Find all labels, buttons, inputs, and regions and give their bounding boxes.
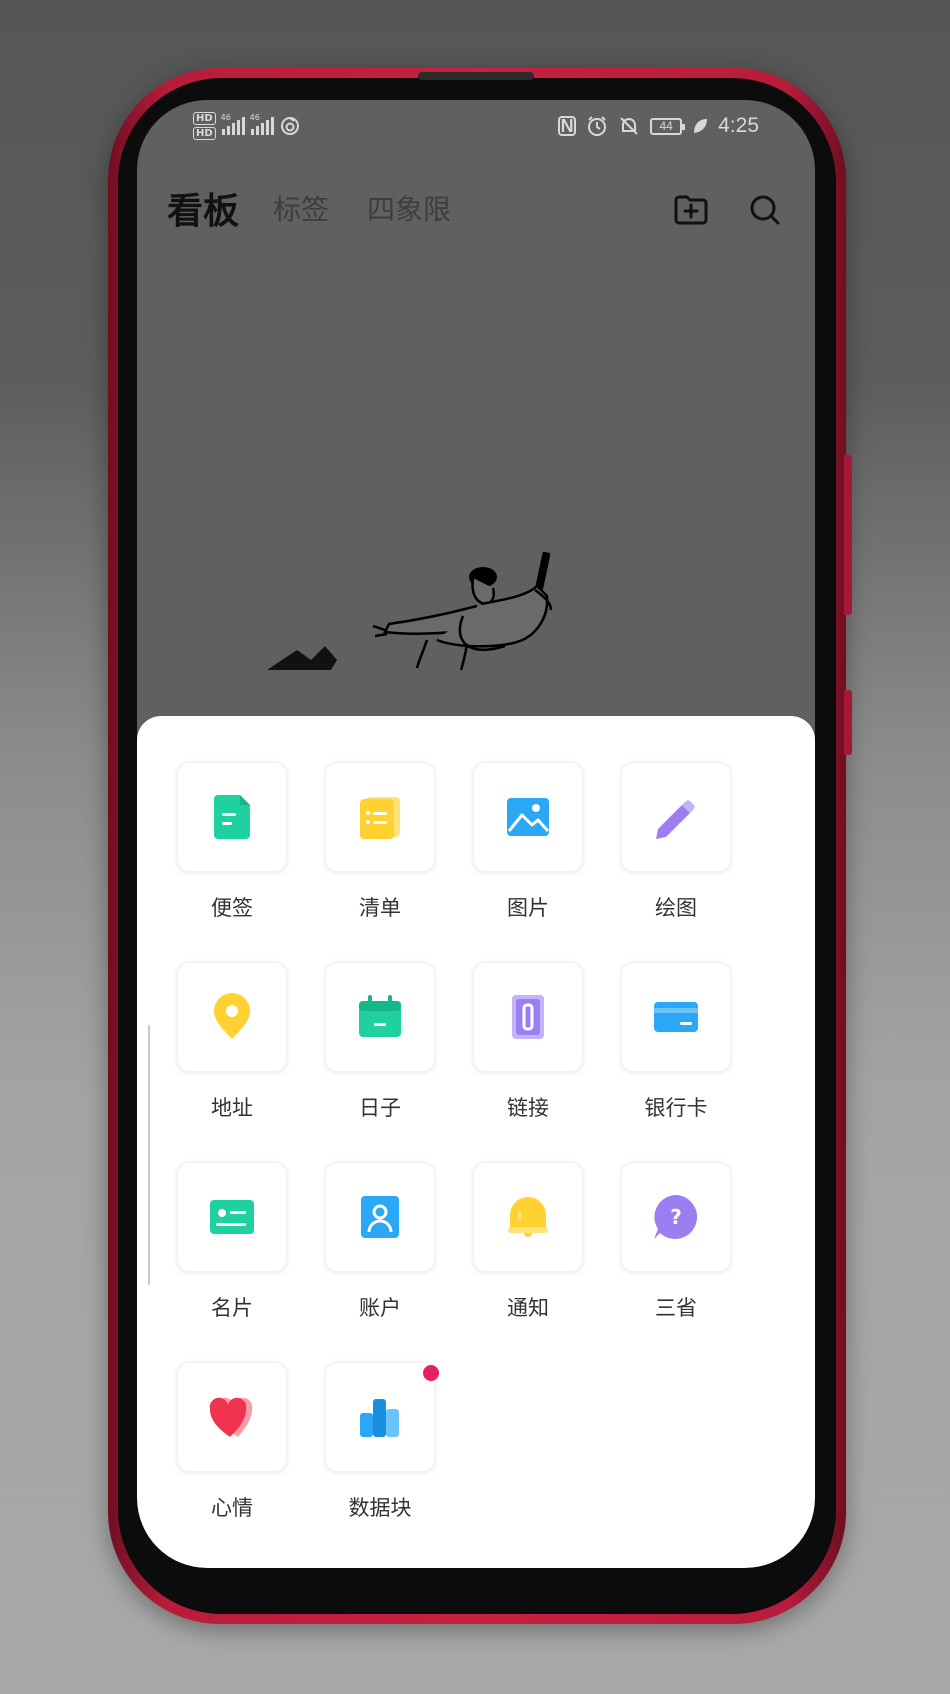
create-address-item[interactable]: 地址	[177, 962, 287, 1122]
battery-icon: 44	[650, 117, 686, 135]
account-label: 账户	[359, 1296, 401, 1320]
create-account-item[interactable]: 账户	[325, 1162, 435, 1322]
bell-icon	[508, 1197, 548, 1237]
reflection-tile[interactable]: ?	[621, 1162, 731, 1272]
nfc-icon: N	[558, 116, 577, 136]
create-note-item[interactable]: 便签	[177, 762, 287, 922]
business-card-tile[interactable]	[177, 1162, 287, 1272]
link-label: 链接	[507, 1096, 549, 1120]
svg-text:?: ?	[670, 1205, 682, 1229]
location-pin-icon	[214, 993, 250, 1039]
checklist-label: 清单	[359, 896, 401, 920]
pencil-icon	[656, 800, 695, 839]
phone-screen: HD HD 46 46 N 44 4:25 看板 标签 四象限 便签 清单 图片…	[137, 100, 815, 1568]
alarm-icon	[588, 116, 607, 136]
create-drawing-item[interactable]: 绘图	[621, 762, 731, 922]
note-label: 便签	[211, 896, 253, 920]
heart-icon	[209, 1397, 253, 1437]
create-link-item[interactable]: 链接	[473, 962, 583, 1122]
create-checklist-item[interactable]: 清单	[325, 762, 435, 922]
address-label: 地址	[211, 1096, 253, 1120]
hd-badge-2: HD	[193, 127, 216, 140]
note-tile[interactable]	[177, 762, 287, 872]
data-block-tile[interactable]	[325, 1362, 439, 1472]
image-label: 图片	[507, 896, 549, 920]
new-badge-dot	[423, 1365, 439, 1381]
bank-card-tile[interactable]	[621, 962, 731, 1072]
edge-swipe-indicator	[148, 1025, 150, 1285]
business-card-icon	[210, 1200, 254, 1234]
signal-strength-icon: 46	[221, 113, 245, 135]
checklist-tile[interactable]	[325, 762, 435, 872]
mood-tile[interactable]	[177, 1362, 287, 1472]
power-saving-leaf-icon	[694, 119, 708, 133]
search-icon[interactable]	[743, 188, 787, 232]
tab-tags[interactable]: 标签	[273, 188, 329, 228]
status-bar-right: N 44 4:25	[558, 114, 759, 138]
day-tile[interactable]	[325, 962, 435, 1072]
status-bar: HD HD 46 46 N 44 4:25	[137, 100, 815, 160]
create-item-sheet: 便签 清单 图片 绘图 地址 日子 链接 银行卡 名片 账户 通知 ? 三省 心…	[137, 716, 815, 1568]
address-tile[interactable]	[177, 962, 287, 1072]
create-business-card-item[interactable]: 名片	[177, 1162, 287, 1322]
earpiece	[418, 72, 534, 80]
status-time: 4:25	[718, 114, 759, 137]
create-bank-card-item[interactable]: 银行卡	[621, 962, 731, 1122]
image-icon	[507, 798, 550, 836]
link-icon	[512, 995, 544, 1039]
hd-badge-1: HD	[193, 112, 216, 125]
create-mood-item[interactable]: 心情	[177, 1362, 287, 1522]
mood-label: 心情	[211, 1496, 253, 1520]
drawing-tile[interactable]	[621, 762, 731, 872]
calendar-icon	[359, 995, 401, 1037]
mute-bell-icon	[620, 117, 638, 135]
tab-kanban[interactable]: 看板	[167, 182, 239, 234]
drawing-label: 绘图	[655, 896, 697, 920]
notification-tile[interactable]	[473, 1162, 583, 1272]
business-card-label: 名片	[211, 1296, 253, 1320]
bar-chart-icon	[360, 1399, 399, 1437]
image-tile[interactable]	[473, 762, 583, 872]
volume-button	[844, 455, 852, 615]
bank-card-label: 银行卡	[644, 1096, 708, 1120]
app-header: 看板 标签 四象限	[137, 180, 815, 250]
hotspot-icon	[280, 117, 299, 135]
day-label: 日子	[359, 1096, 401, 1120]
question-bubble-icon: ?	[654, 1195, 698, 1239]
network-type-2: 46	[249, 113, 260, 122]
create-reflection-item[interactable]: ? 三省	[621, 1162, 731, 1322]
signal-strength-icon-2: 46	[250, 113, 274, 135]
status-bar-left: HD HD 46 46	[193, 112, 300, 140]
account-icon	[361, 1196, 399, 1238]
notification-label: 通知	[507, 1296, 549, 1320]
reflection-label: 三省	[655, 1296, 697, 1320]
link-tile[interactable]	[473, 962, 583, 1072]
create-day-item[interactable]: 日子	[325, 962, 435, 1122]
create-notification-item[interactable]: 通知	[473, 1162, 583, 1322]
bank-card-icon	[654, 1002, 698, 1032]
tab-four-quadrants[interactable]: 四象限	[367, 188, 451, 228]
hd-indicators: HD HD	[193, 112, 216, 140]
create-image-item[interactable]: 图片	[473, 762, 583, 922]
checklist-icon	[360, 797, 400, 839]
note-icon	[214, 795, 250, 839]
network-type-1: 46	[220, 113, 231, 122]
power-button	[844, 690, 852, 755]
data-block-label: 数据块	[348, 1496, 412, 1520]
account-tile[interactable]	[325, 1162, 435, 1272]
create-data-block-item[interactable]: 数据块	[325, 1362, 439, 1522]
new-folder-icon[interactable]	[669, 188, 713, 232]
